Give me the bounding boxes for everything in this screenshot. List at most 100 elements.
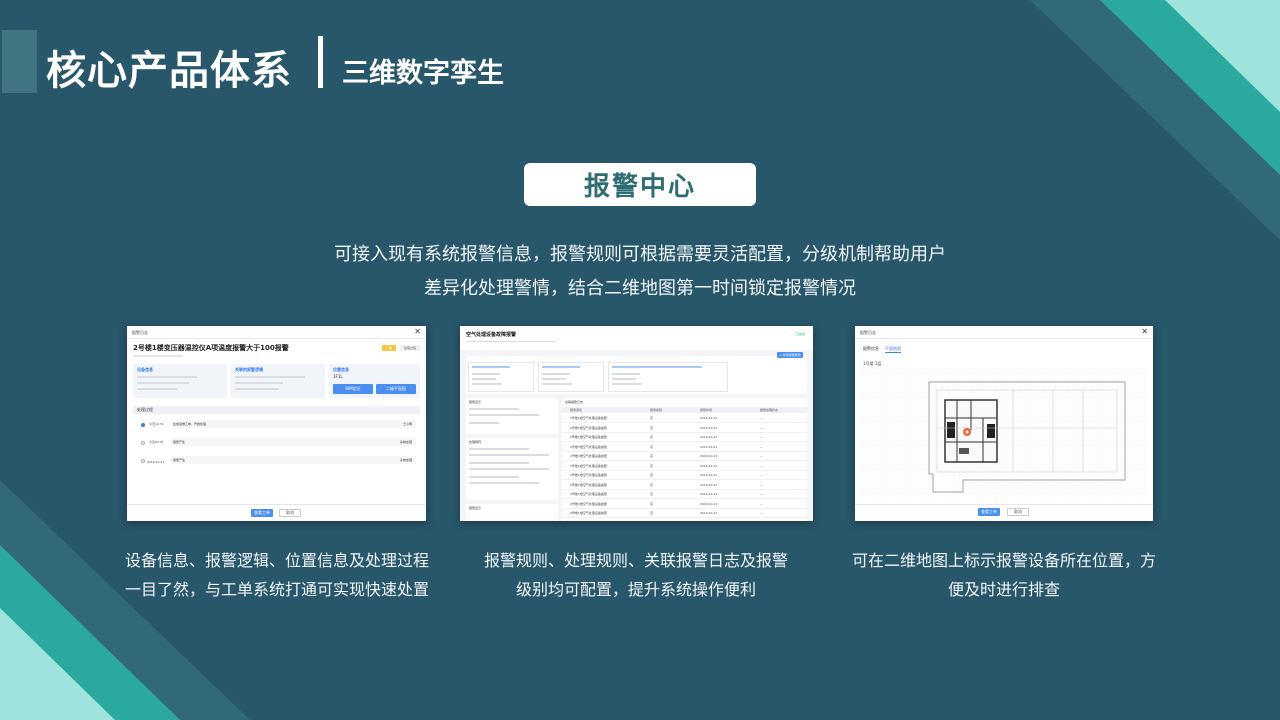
left-panel-display-2: 报警显示	[466, 504, 558, 521]
close-icon[interactable]: ✕	[414, 327, 421, 336]
bim-locate-button[interactable]: BIM定位	[333, 384, 373, 394]
rule-card	[538, 362, 604, 392]
text-line	[612, 373, 640, 375]
divider	[127, 338, 426, 339]
add-rule-button[interactable]: + 新增报警规则	[777, 352, 803, 358]
table-row[interactable]: 2号楼1楼空气处理设备故障 高 2019.10.21 —	[562, 433, 807, 442]
table-row[interactable]: 2号楼1楼空气处理设备故障 高 2019.10.21 —	[562, 509, 807, 518]
intro-line-1: 可接入现有系统报警信息，报警规则可根据需要灵活配置，分级机制帮助用户	[334, 244, 946, 265]
table-cell: 2号楼1楼空气处理设备故障	[570, 425, 607, 430]
table-row[interactable]: 2号楼1楼空气处理设备故障 高 2019.10.21 —	[562, 490, 807, 499]
table-cell: —	[760, 511, 763, 515]
text-line	[469, 468, 549, 470]
floor-plan-map[interactable]	[863, 368, 1147, 500]
view-workorder-button[interactable]: 查看工单	[978, 508, 1000, 516]
table-header-cell: 报警处理状态	[760, 408, 779, 412]
table-row[interactable]: 2号楼1楼空气处理设备故障 高 2019.10.21 —	[562, 481, 807, 490]
screenshot-alarm-rules: 空气处理设备故障报警 已启用 + 新增报警规则 报警显示 处理规则 报警显示 关…	[460, 326, 813, 521]
process-row: 报警产生 系统处理	[171, 456, 416, 464]
caption-line: 一目了然，与工单系统打通可实现快速处置	[124, 580, 429, 599]
caption-alarm-log: 设备信息、报警逻辑、位置信息及处理过程 一目了然，与工单系统打通可实现快速处置	[112, 546, 442, 604]
process-text: 报警产生	[173, 440, 186, 444]
table-cell: 2号楼1楼空气处理设备故障	[570, 435, 607, 439]
process-row: 生成运维工单，开始处理 王小明	[171, 420, 416, 428]
table-header: 报警源名 报警级别 报警时间 报警处理状态	[562, 407, 807, 413]
caption-line: 报警规则、处理规则、关联报警日志及报警	[483, 551, 788, 570]
caption-alarm-rules: 报警规则、处理规则、关联报警日志及报警 级别均可配置，提升系统操作便利	[455, 546, 817, 604]
table-cell: —	[760, 482, 763, 487]
rule-condition-panel: + 新增报警规则	[466, 352, 807, 394]
table-cell: 高	[650, 463, 654, 468]
table-row[interactable]: 2号楼1楼空气处理设备故障 高 2019.10.21 —	[562, 462, 807, 471]
table-row[interactable]: 2号楼1楼空气处理设备故障 高 2019.10.21 —	[562, 471, 807, 480]
process-text: 生成运维工单，开始处理	[173, 422, 207, 426]
caption-line: 设备信息、报警逻辑、位置信息及处理过程	[124, 551, 429, 570]
process-time: 今天09:51	[149, 440, 164, 444]
table-cell: 高	[650, 444, 654, 449]
title-accent-bar	[2, 30, 37, 93]
alarm-logic-title: 关联的报警逻辑	[235, 367, 263, 372]
text-line	[472, 366, 510, 368]
table-cell: 2019.10.21	[700, 482, 718, 487]
view-workorder-button[interactable]: 查看工单	[251, 509, 273, 517]
table-row[interactable]: 2号楼1楼空气处理设备故障 高 2019.10.21 —	[562, 452, 807, 461]
table-header-cell: 报警源名	[570, 408, 583, 412]
level-tag: 一般	[382, 345, 396, 351]
table-cell: 2019.10.21	[700, 501, 718, 506]
caption-line: 级别均可配置，提升系统操作便利	[515, 580, 756, 599]
table-cell: 2019.10.21	[700, 435, 718, 439]
text-line	[472, 383, 502, 385]
alarm-logic-card: 关联的报警逻辑	[231, 364, 325, 398]
text-line	[235, 388, 279, 390]
table-cell: 高	[650, 511, 654, 515]
process-time: 今天10:31	[149, 422, 164, 426]
text-line	[612, 378, 636, 380]
page-title: 核心产品体系	[46, 48, 292, 94]
table-cell: —	[760, 454, 763, 458]
text-line	[469, 448, 529, 450]
text-line	[472, 378, 496, 380]
location-value: 1F1L	[333, 374, 343, 379]
status-tag: 处理过程	[400, 345, 420, 351]
table-cell: 高	[650, 492, 654, 496]
text-line	[469, 454, 549, 456]
cancel-button[interactable]: 取消	[1007, 508, 1029, 516]
page-subtitle: 三维数字孪生	[342, 58, 504, 89]
text-line	[542, 378, 566, 380]
divider	[127, 504, 426, 505]
rule-card	[468, 362, 534, 392]
process-section-title: 处理过程	[133, 406, 420, 414]
table-row[interactable]: 2号楼1楼空气处理设备故障 高 2019.10.21 —	[562, 443, 807, 452]
text-line	[137, 376, 197, 378]
process-handler: 系统处理	[399, 458, 412, 462]
table-cell: —	[760, 435, 763, 439]
table-cell: 高	[650, 454, 654, 458]
table-cell: 高	[650, 425, 654, 430]
table-row[interactable]: 2号楼1楼空气处理设备故障 高 2019.10.21 —	[562, 500, 807, 509]
table-header-cell: 报警时间	[700, 408, 713, 412]
text-line	[469, 408, 519, 410]
timeline-dot	[141, 459, 145, 463]
alarm-log-table: 关联报警日志 报警源名 报警级别 报警时间 报警处理状态 2号楼1楼空气处理设备…	[562, 398, 807, 521]
left-panel-display: 报警显示	[466, 398, 558, 434]
floor-plan-button[interactable]: 二维平面图	[376, 384, 416, 394]
cancel-button[interactable]: 取消	[279, 509, 301, 517]
caption-line: 可在二维地图上标示报警设备所在位置，方	[851, 551, 1156, 570]
caption-line: 便及时进行排查	[947, 580, 1060, 599]
tab-alarm-info[interactable]: 报警信息	[863, 346, 879, 352]
table-cell: 2019.10.21	[700, 511, 718, 515]
screenshot-alarm-log: 报警日志 ✕ 2号楼1楼变压器温控仪A项温度报警大于100报警 一般 处理过程 …	[127, 326, 426, 521]
table-row[interactable]: 2号楼1楼空气处理设备故障 高 2019.10.21 —	[562, 424, 807, 433]
device-info-title: 设备信息	[137, 367, 153, 372]
table-cell: 高	[650, 482, 654, 487]
location-info-title: 位置信息	[333, 367, 349, 372]
text-line	[469, 422, 499, 424]
tab-floor-map[interactable]: 平面地图	[885, 346, 901, 353]
table-row[interactable]: 2号楼1楼空气处理设备故障 高 2019.10.21 —	[562, 414, 807, 423]
text-line	[469, 482, 539, 484]
table-cell: 2号楼1楼空气处理设备故障	[570, 482, 607, 487]
window-title: 报警日志	[132, 330, 148, 335]
close-icon[interactable]: ✕	[1141, 327, 1148, 336]
table-cell: —	[760, 463, 763, 468]
text-line	[542, 366, 580, 368]
